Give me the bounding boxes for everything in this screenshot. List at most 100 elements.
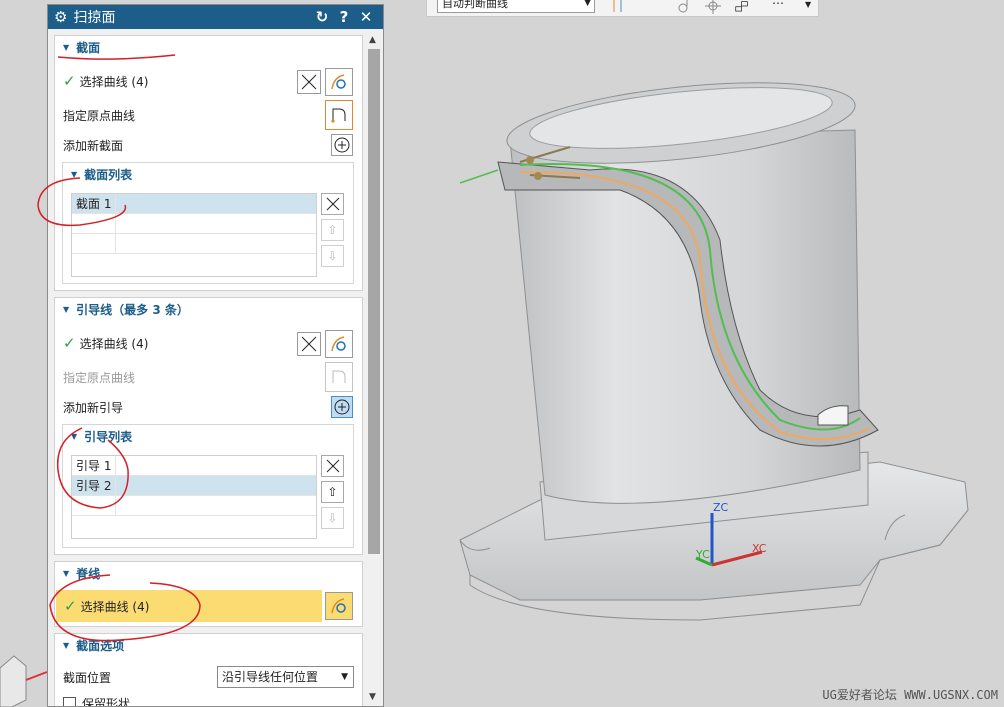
- collapse-icon: ▼: [63, 568, 70, 578]
- section-position-value: 沿引导线任何位置: [222, 670, 319, 684]
- section-options-header[interactable]: ▼ 截面选项: [55, 634, 362, 656]
- list-item-empty: [72, 234, 316, 254]
- chevron-down-icon: ▼: [584, 0, 591, 8]
- list-item-empty: [72, 214, 316, 234]
- dialog-title: 扫掠面: [73, 10, 116, 26]
- add-section-button[interactable]: [331, 134, 353, 156]
- spine-select-curve-label: 选择曲线 (4): [80, 599, 150, 614]
- move-down-button[interactable]: ⇩: [321, 245, 344, 267]
- move-up-button[interactable]: ⇧: [321, 219, 344, 241]
- move-down-button[interactable]: ⇩: [321, 507, 344, 529]
- remove-section-button[interactable]: [321, 193, 344, 215]
- dialog-body: ▼ 截面 ✓ 选择曲线 (4) 指定原点曲线 添加新截面 ▼ 截面列表 截面 1…: [48, 29, 366, 706]
- guide-list-header[interactable]: ▼ 引导列表: [63, 425, 353, 447]
- guide-group-title: 引导线（最多 3 条）: [76, 302, 189, 317]
- section-group-title: 截面: [76, 40, 101, 55]
- check-icon: ✓: [64, 597, 77, 615]
- section-group: ▼ 截面 ✓ 选择曲线 (4) 指定原点曲线 添加新截面 ▼ 截面列表 截面 1…: [54, 35, 363, 291]
- curve-select-icon: [331, 598, 346, 614]
- reset-icon[interactable]: ↻: [311, 8, 333, 26]
- arrow-down-icon: ⇩: [327, 511, 338, 525]
- guide-list-group: ▼ 引导列表 引导 1 引导 2 ⇧ ⇩: [62, 424, 354, 548]
- list-item-empty: [72, 496, 316, 516]
- list-item[interactable]: 引导 1: [72, 456, 316, 476]
- axis-label-z: ZC: [713, 501, 729, 514]
- add-circle-icon: [334, 137, 350, 153]
- reverse-direction-button[interactable]: [297, 332, 321, 356]
- guide-group: ▼ 引导线（最多 3 条） ✓ 选择曲线 (4) 指定原点曲线 添加新引导 ▼ …: [54, 297, 363, 555]
- selection-filter-value: 自动判断曲线: [442, 0, 508, 10]
- top-toolbar: 自动判断曲线 ▼ ⋯ ▼: [426, 0, 819, 17]
- reverse-direction-button[interactable]: [297, 70, 321, 94]
- list-item[interactable]: 截面 1: [72, 194, 316, 214]
- collapse-icon: ▼: [63, 42, 70, 52]
- add-guide-label: 添加新引导: [63, 400, 124, 415]
- section-position-select[interactable]: 沿引导线任何位置 ▼: [217, 666, 354, 688]
- section-options-group: ▼ 截面选项 截面位置 沿引导线任何位置 ▼ 保留形状: [54, 633, 363, 706]
- add-guide-row[interactable]: 添加新引导: [55, 394, 362, 420]
- section-options-title: 截面选项: [76, 638, 125, 653]
- dialog-title-bar: ⚙ 扫掠面 ↻ ? ✕: [48, 5, 383, 29]
- guide-list-title: 引导列表: [84, 429, 133, 444]
- keep-shape-checkbox[interactable]: [63, 696, 76, 706]
- section-select-curve-label: 选择曲线 (4): [79, 74, 149, 89]
- add-circle-icon: [334, 399, 350, 415]
- origin-curve-button[interactable]: [325, 100, 353, 130]
- guide-origin-curve-row[interactable]: 指定原点曲线: [55, 364, 362, 390]
- origin-curve-icon: [331, 108, 346, 123]
- dialog-scrollbar[interactable]: ▲ ▼: [365, 29, 383, 706]
- point-snap-icon[interactable]: [677, 0, 693, 14]
- curve-selection-button[interactable]: [325, 592, 353, 620]
- swept-surface-dialog: ⚙ 扫掠面 ↻ ? ✕ ▼ 截面 ✓ 选择曲线 (4) 指定原点曲线 添加新截面…: [47, 4, 384, 707]
- close-icon[interactable]: ✕: [355, 8, 377, 26]
- steps-icon[interactable]: [735, 0, 751, 14]
- guide-select-curve-label: 选择曲线 (4): [79, 336, 149, 351]
- origin-curve-button[interactable]: [325, 362, 353, 392]
- add-section-row[interactable]: 添加新截面: [55, 132, 362, 158]
- watermark: UG爱好者论坛 WWW.UGSNX.COM: [822, 688, 998, 702]
- keep-shape-label: 保留形状: [82, 696, 131, 707]
- section-origin-curve-label: 指定原点曲线: [63, 108, 136, 123]
- axis-label-x: XC: [752, 542, 767, 555]
- spine-group: ▼ 脊线 ✓ 选择曲线 (4): [54, 561, 363, 627]
- list-item-label: 引导 2: [72, 476, 116, 495]
- arrow-down-icon: ⇩: [327, 249, 338, 263]
- spine-group-title: 脊线: [76, 566, 101, 581]
- reverse-direction-icon: [301, 74, 317, 90]
- curve-rule-icon[interactable]: [611, 0, 627, 14]
- more-icon[interactable]: ⋯: [772, 0, 784, 10]
- remove-icon: [326, 459, 339, 473]
- curve-selection-button[interactable]: [325, 68, 353, 96]
- arrow-up-icon: ⇧: [327, 223, 338, 237]
- scroll-down-icon[interactable]: ▼: [369, 692, 376, 702]
- guide-origin-curve-label: 指定原点曲线: [63, 370, 136, 385]
- curve-selection-button[interactable]: [325, 330, 353, 358]
- guide-list: 引导 1 引导 2: [71, 455, 317, 539]
- list-item-label: 引导 1: [72, 456, 116, 475]
- remove-guide-button[interactable]: [321, 455, 344, 477]
- move-up-button[interactable]: ⇧: [321, 481, 344, 503]
- section-list-header[interactable]: ▼ 截面列表: [63, 163, 353, 185]
- collapse-icon: ▼: [71, 431, 78, 441]
- help-icon[interactable]: ?: [333, 8, 355, 26]
- collapse-icon: ▼: [63, 304, 70, 314]
- spine-group-header[interactable]: ▼ 脊线: [55, 562, 362, 584]
- curve-select-icon: [331, 74, 346, 90]
- section-list-title: 截面列表: [84, 167, 133, 182]
- list-item[interactable]: 引导 2: [72, 476, 316, 496]
- keep-shape-row[interactable]: 保留形状: [55, 690, 362, 706]
- section-list-group: ▼ 截面列表 截面 1 ⇧ ⇩: [62, 162, 354, 284]
- toolbar-dropdown-icon[interactable]: ▼: [805, 0, 811, 9]
- selection-filter-select[interactable]: 自动判断曲线 ▼: [437, 0, 595, 13]
- spine-select-curve-row[interactable]: ✓ 选择曲线 (4): [56, 590, 322, 622]
- grid-snap-icon[interactable]: [705, 0, 721, 14]
- curve-select-icon: [331, 336, 346, 352]
- scroll-up-icon[interactable]: ▲: [369, 35, 376, 45]
- remove-icon: [326, 197, 339, 211]
- section-origin-curve-row[interactable]: 指定原点曲线: [55, 102, 362, 128]
- guide-group-header[interactable]: ▼ 引导线（最多 3 条）: [55, 298, 362, 320]
- arrow-up-icon: ⇧: [327, 485, 338, 499]
- scrollbar-thumb[interactable]: [368, 49, 380, 554]
- section-group-header[interactable]: ▼ 截面: [55, 36, 362, 58]
- add-guide-button[interactable]: [331, 396, 353, 418]
